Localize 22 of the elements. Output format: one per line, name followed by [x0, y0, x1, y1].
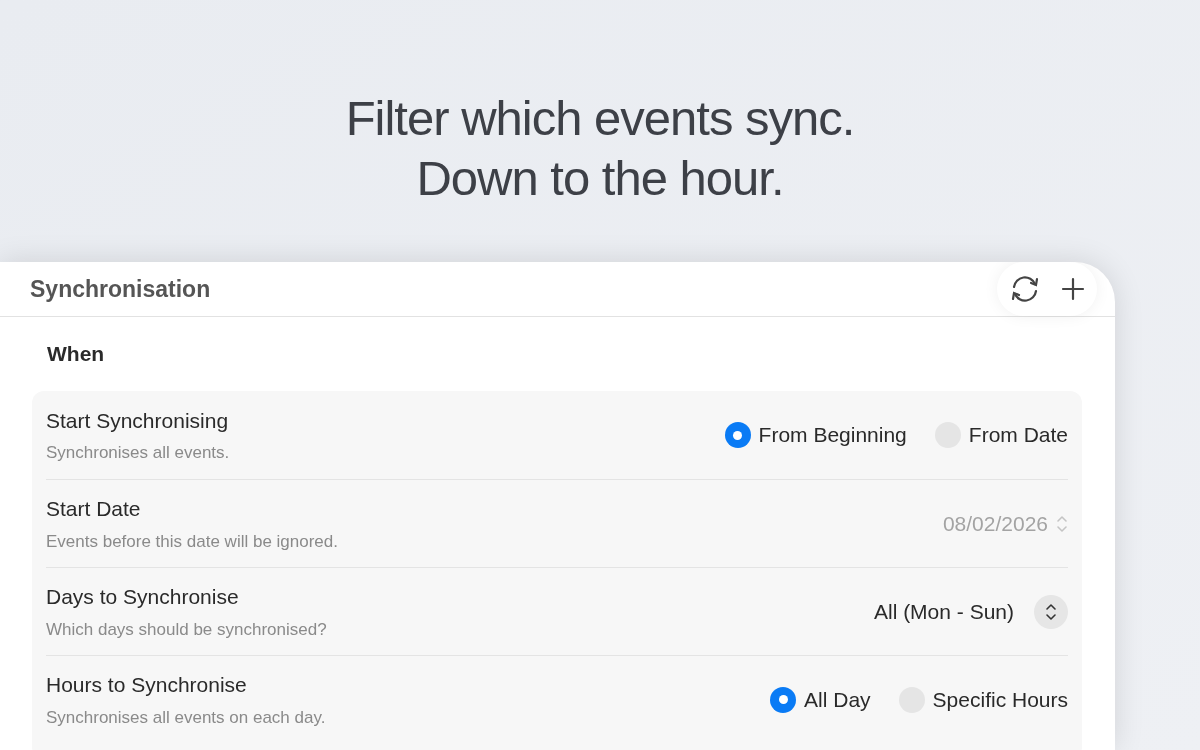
row-title: Days to Synchronise	[46, 584, 240, 610]
headline: Filter which events sync.	[345, 90, 855, 147]
section-title: When	[47, 341, 105, 368]
row-title: Start Date	[46, 496, 142, 522]
row-subtitle: Which days should be synchronised?	[46, 618, 327, 641]
radio-label: All Day	[804, 686, 871, 713]
popup-button[interactable]	[1034, 594, 1068, 629]
row-subtitle: Synchronises all events on each day.	[46, 706, 326, 729]
add-icon[interactable]	[1061, 277, 1085, 301]
popup-value[interactable]: All (Mon - Sun)	[873, 595, 1014, 628]
row-subtitle: Synchronises all events.	[46, 442, 230, 464]
row-subtitle: Events before this date will be ignored.	[46, 530, 338, 553]
radio-label: From Date	[968, 422, 1068, 449]
headline: Down to the hour.	[416, 150, 784, 207]
radio-label: From Beginning	[758, 422, 907, 449]
radio-label: Specific Hours	[932, 686, 1068, 713]
row-title: Hours to Synchronise	[46, 672, 248, 698]
row-title: Start Synchronising	[46, 407, 230, 434]
radio-button[interactable]	[770, 686, 797, 713]
window-title: Synchronisation	[30, 274, 211, 304]
sync-icon[interactable]	[1009, 274, 1041, 304]
radio-button[interactable]	[724, 422, 751, 448]
